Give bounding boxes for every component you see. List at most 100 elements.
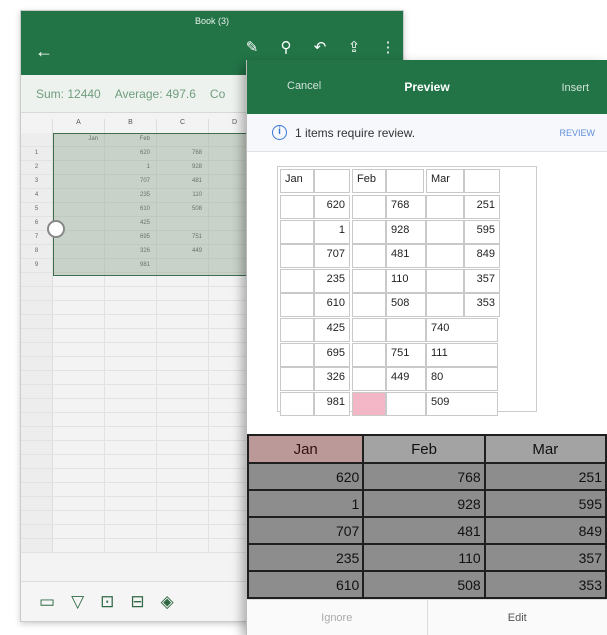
column-header[interactable]: C [157, 119, 209, 133]
cell[interactable] [53, 399, 105, 412]
row-number[interactable]: 5 [21, 203, 53, 216]
cell[interactable] [105, 399, 157, 412]
cell[interactable] [157, 301, 209, 314]
cell[interactable] [53, 483, 105, 496]
grid-cell[interactable]: 235 [314, 268, 350, 293]
cell[interactable] [53, 427, 105, 440]
grid-cell[interactable] [280, 367, 314, 392]
cell[interactable] [157, 483, 209, 496]
grid-cell[interactable] [386, 318, 426, 342]
cell[interactable] [53, 343, 105, 356]
cell[interactable] [105, 315, 157, 328]
selection-handle[interactable] [47, 220, 65, 238]
cell[interactable] [157, 371, 209, 384]
grid-cell[interactable] [352, 318, 386, 342]
row-number[interactable] [21, 483, 53, 496]
row-number[interactable] [21, 399, 53, 412]
row-number[interactable]: 3 [21, 175, 53, 188]
grid-cell[interactable]: Jan [280, 169, 314, 193]
row-number[interactable] [21, 413, 53, 426]
row-number[interactable] [21, 371, 53, 384]
grid-cell[interactable]: 1 [314, 219, 350, 244]
grid-cell[interactable]: 357 [464, 268, 500, 293]
grid-cell[interactable]: 251 [464, 195, 500, 219]
cell[interactable] [157, 315, 209, 328]
grid-cell[interactable] [280, 219, 314, 244]
row-number[interactable] [21, 133, 53, 146]
row-number[interactable] [21, 329, 53, 342]
undo-icon[interactable]: ↶ [311, 38, 329, 56]
review-link[interactable]: REVIEW [559, 128, 595, 138]
grid-cell[interactable] [280, 195, 314, 219]
grid-cell[interactable] [352, 268, 386, 293]
row-number[interactable] [21, 287, 53, 300]
more-icon[interactable]: ⋮ [379, 38, 397, 56]
column-header[interactable]: A [53, 119, 105, 133]
selection-range[interactable] [53, 133, 253, 276]
grid-cell[interactable] [426, 195, 464, 219]
grid-cell[interactable]: 326 [314, 367, 350, 392]
cell[interactable] [53, 315, 105, 328]
grid-cell[interactable] [352, 391, 386, 416]
grid-cell[interactable]: 768 [386, 195, 426, 219]
count-stat[interactable]: Co [210, 87, 225, 101]
grid-cell[interactable]: 751 [386, 342, 426, 367]
grid-cell[interactable] [352, 219, 386, 244]
ignore-button[interactable]: Ignore [247, 600, 428, 635]
grid-cell[interactable] [280, 391, 314, 416]
grid-cell[interactable]: 849 [464, 244, 500, 269]
draw-icon[interactable]: ✎ [243, 38, 261, 56]
cell[interactable] [157, 497, 209, 510]
insert-button[interactable]: Insert [561, 82, 589, 94]
cell[interactable] [105, 413, 157, 426]
cell[interactable] [105, 497, 157, 510]
edit-button[interactable]: Edit [428, 600, 607, 635]
cell[interactable] [53, 413, 105, 426]
grid-cell[interactable]: 610 [314, 293, 350, 318]
row-number[interactable] [21, 497, 53, 510]
grid-cell[interactable] [352, 293, 386, 318]
cell[interactable] [53, 329, 105, 342]
row-number[interactable] [21, 315, 53, 328]
cell[interactable] [157, 413, 209, 426]
cell[interactable] [157, 539, 209, 552]
grid-cell[interactable]: 620 [314, 195, 350, 219]
row-number[interactable] [21, 343, 53, 356]
average-stat[interactable]: Average: 497.6 [115, 87, 196, 101]
filter-icon[interactable]: ▽ [71, 592, 84, 612]
grid-cell[interactable]: 740 [426, 318, 498, 342]
grid-cell[interactable]: 481 [386, 244, 426, 269]
grid-cell[interactable]: Mar [426, 169, 464, 193]
grid-cell[interactable] [280, 293, 314, 318]
cell[interactable] [105, 357, 157, 370]
cell[interactable] [105, 469, 157, 482]
row-number[interactable] [21, 469, 53, 482]
grid-cell[interactable] [426, 268, 464, 293]
cell[interactable] [53, 455, 105, 468]
cell[interactable] [53, 497, 105, 510]
grid-cell[interactable] [426, 219, 464, 244]
grid-cell[interactable]: 508 [386, 293, 426, 318]
fill-color-icon[interactable]: ◈ [161, 592, 174, 612]
row-number[interactable] [21, 385, 53, 398]
cell[interactable] [157, 399, 209, 412]
row-number[interactable]: 2 [21, 161, 53, 174]
cell[interactable] [105, 343, 157, 356]
grid-cell[interactable]: 981 [314, 391, 350, 416]
row-number[interactable] [21, 441, 53, 454]
cell[interactable] [157, 469, 209, 482]
cell[interactable] [105, 441, 157, 454]
cell[interactable] [53, 371, 105, 384]
grid-cell[interactable]: Feb [352, 169, 386, 193]
cell[interactable] [157, 385, 209, 398]
grid-cell[interactable]: 80 [426, 367, 498, 392]
cell[interactable] [105, 455, 157, 468]
cell[interactable] [157, 427, 209, 440]
cell[interactable] [157, 329, 209, 342]
cell[interactable] [105, 371, 157, 384]
sum-stat[interactable]: Sum: 12440 [36, 87, 101, 101]
cell[interactable] [53, 441, 105, 454]
grid-cell[interactable]: 353 [464, 293, 500, 318]
grid-cell[interactable]: 595 [464, 219, 500, 244]
cell[interactable] [53, 357, 105, 370]
